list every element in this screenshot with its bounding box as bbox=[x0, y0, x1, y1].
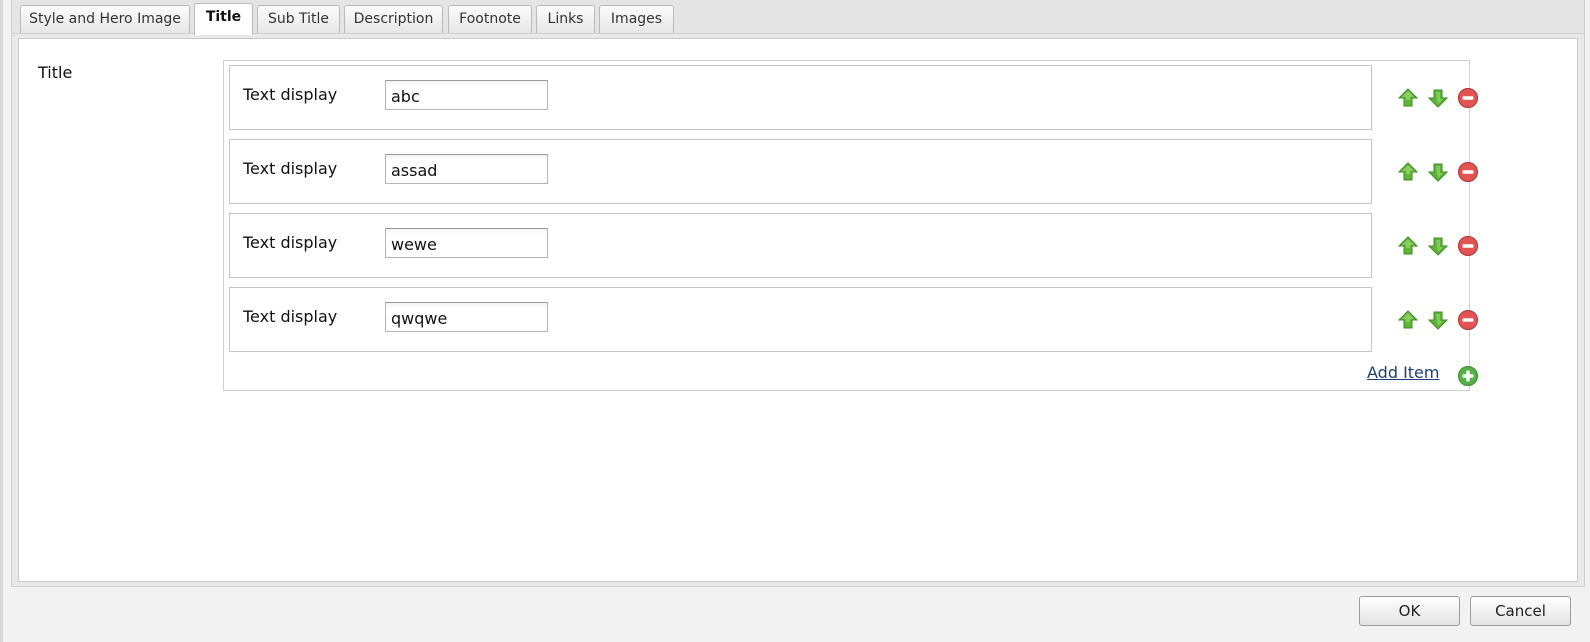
arrow-up-icon bbox=[1397, 88, 1419, 107]
text-display-input[interactable] bbox=[385, 154, 548, 184]
minus-circle-icon bbox=[1458, 310, 1478, 330]
tab-strip: Style and Hero Image Title Sub Title Des… bbox=[11, 0, 1585, 35]
remove-button[interactable] bbox=[1457, 235, 1479, 257]
arrow-up-icon bbox=[1397, 236, 1419, 255]
multifield-item: Text display bbox=[229, 213, 1372, 278]
tab-sub-title[interactable]: Sub Title bbox=[257, 5, 340, 33]
cancel-button[interactable]: Cancel bbox=[1470, 596, 1571, 626]
minus-circle-icon bbox=[1458, 88, 1478, 108]
plus-circle-icon bbox=[1458, 366, 1478, 386]
move-down-button[interactable] bbox=[1427, 161, 1449, 183]
minus-circle-icon bbox=[1458, 162, 1478, 182]
tab-footnote[interactable]: Footnote bbox=[448, 5, 532, 33]
add-item-button[interactable] bbox=[1457, 365, 1479, 387]
multifield-item: Text display bbox=[229, 65, 1372, 130]
remove-button[interactable] bbox=[1457, 309, 1479, 331]
item-label: Text display bbox=[243, 159, 338, 178]
remove-button[interactable] bbox=[1457, 161, 1479, 183]
minus-circle-icon bbox=[1458, 236, 1478, 256]
ok-button[interactable]: OK bbox=[1359, 596, 1460, 626]
tab-style-and-hero-image[interactable]: Style and Hero Image bbox=[20, 5, 190, 33]
multifield-item: Text display bbox=[229, 139, 1372, 204]
text-display-input[interactable] bbox=[385, 80, 548, 110]
move-down-button[interactable] bbox=[1427, 235, 1449, 257]
move-down-button[interactable] bbox=[1427, 309, 1449, 331]
text-display-input[interactable] bbox=[385, 228, 548, 258]
tab-images[interactable]: Images bbox=[599, 5, 674, 33]
field-label-title: Title bbox=[38, 63, 73, 82]
item-label: Text display bbox=[243, 307, 338, 326]
tab-title[interactable]: Title bbox=[194, 3, 253, 35]
tab-description[interactable]: Description bbox=[344, 5, 443, 33]
tab-links[interactable]: Links bbox=[536, 5, 595, 33]
arrow-down-icon bbox=[1427, 237, 1449, 256]
arrow-down-icon bbox=[1427, 89, 1449, 108]
move-up-button[interactable] bbox=[1397, 87, 1419, 109]
dialog: Style and Hero Image Title Sub Title Des… bbox=[0, 0, 1590, 642]
arrow-up-icon bbox=[1397, 310, 1419, 329]
move-down-button[interactable] bbox=[1427, 87, 1449, 109]
multifield-item: Text display bbox=[229, 287, 1372, 352]
text-display-input[interactable] bbox=[385, 302, 548, 332]
move-up-button[interactable] bbox=[1397, 309, 1419, 331]
arrow-up-icon bbox=[1397, 162, 1419, 181]
move-up-button[interactable] bbox=[1397, 161, 1419, 183]
remove-button[interactable] bbox=[1457, 87, 1479, 109]
arrow-down-icon bbox=[1427, 163, 1449, 182]
arrow-down-icon bbox=[1427, 311, 1449, 330]
item-label: Text display bbox=[243, 233, 338, 252]
item-label: Text display bbox=[243, 85, 338, 104]
add-item-link[interactable]: Add Item bbox=[1367, 363, 1439, 382]
move-up-button[interactable] bbox=[1397, 235, 1419, 257]
